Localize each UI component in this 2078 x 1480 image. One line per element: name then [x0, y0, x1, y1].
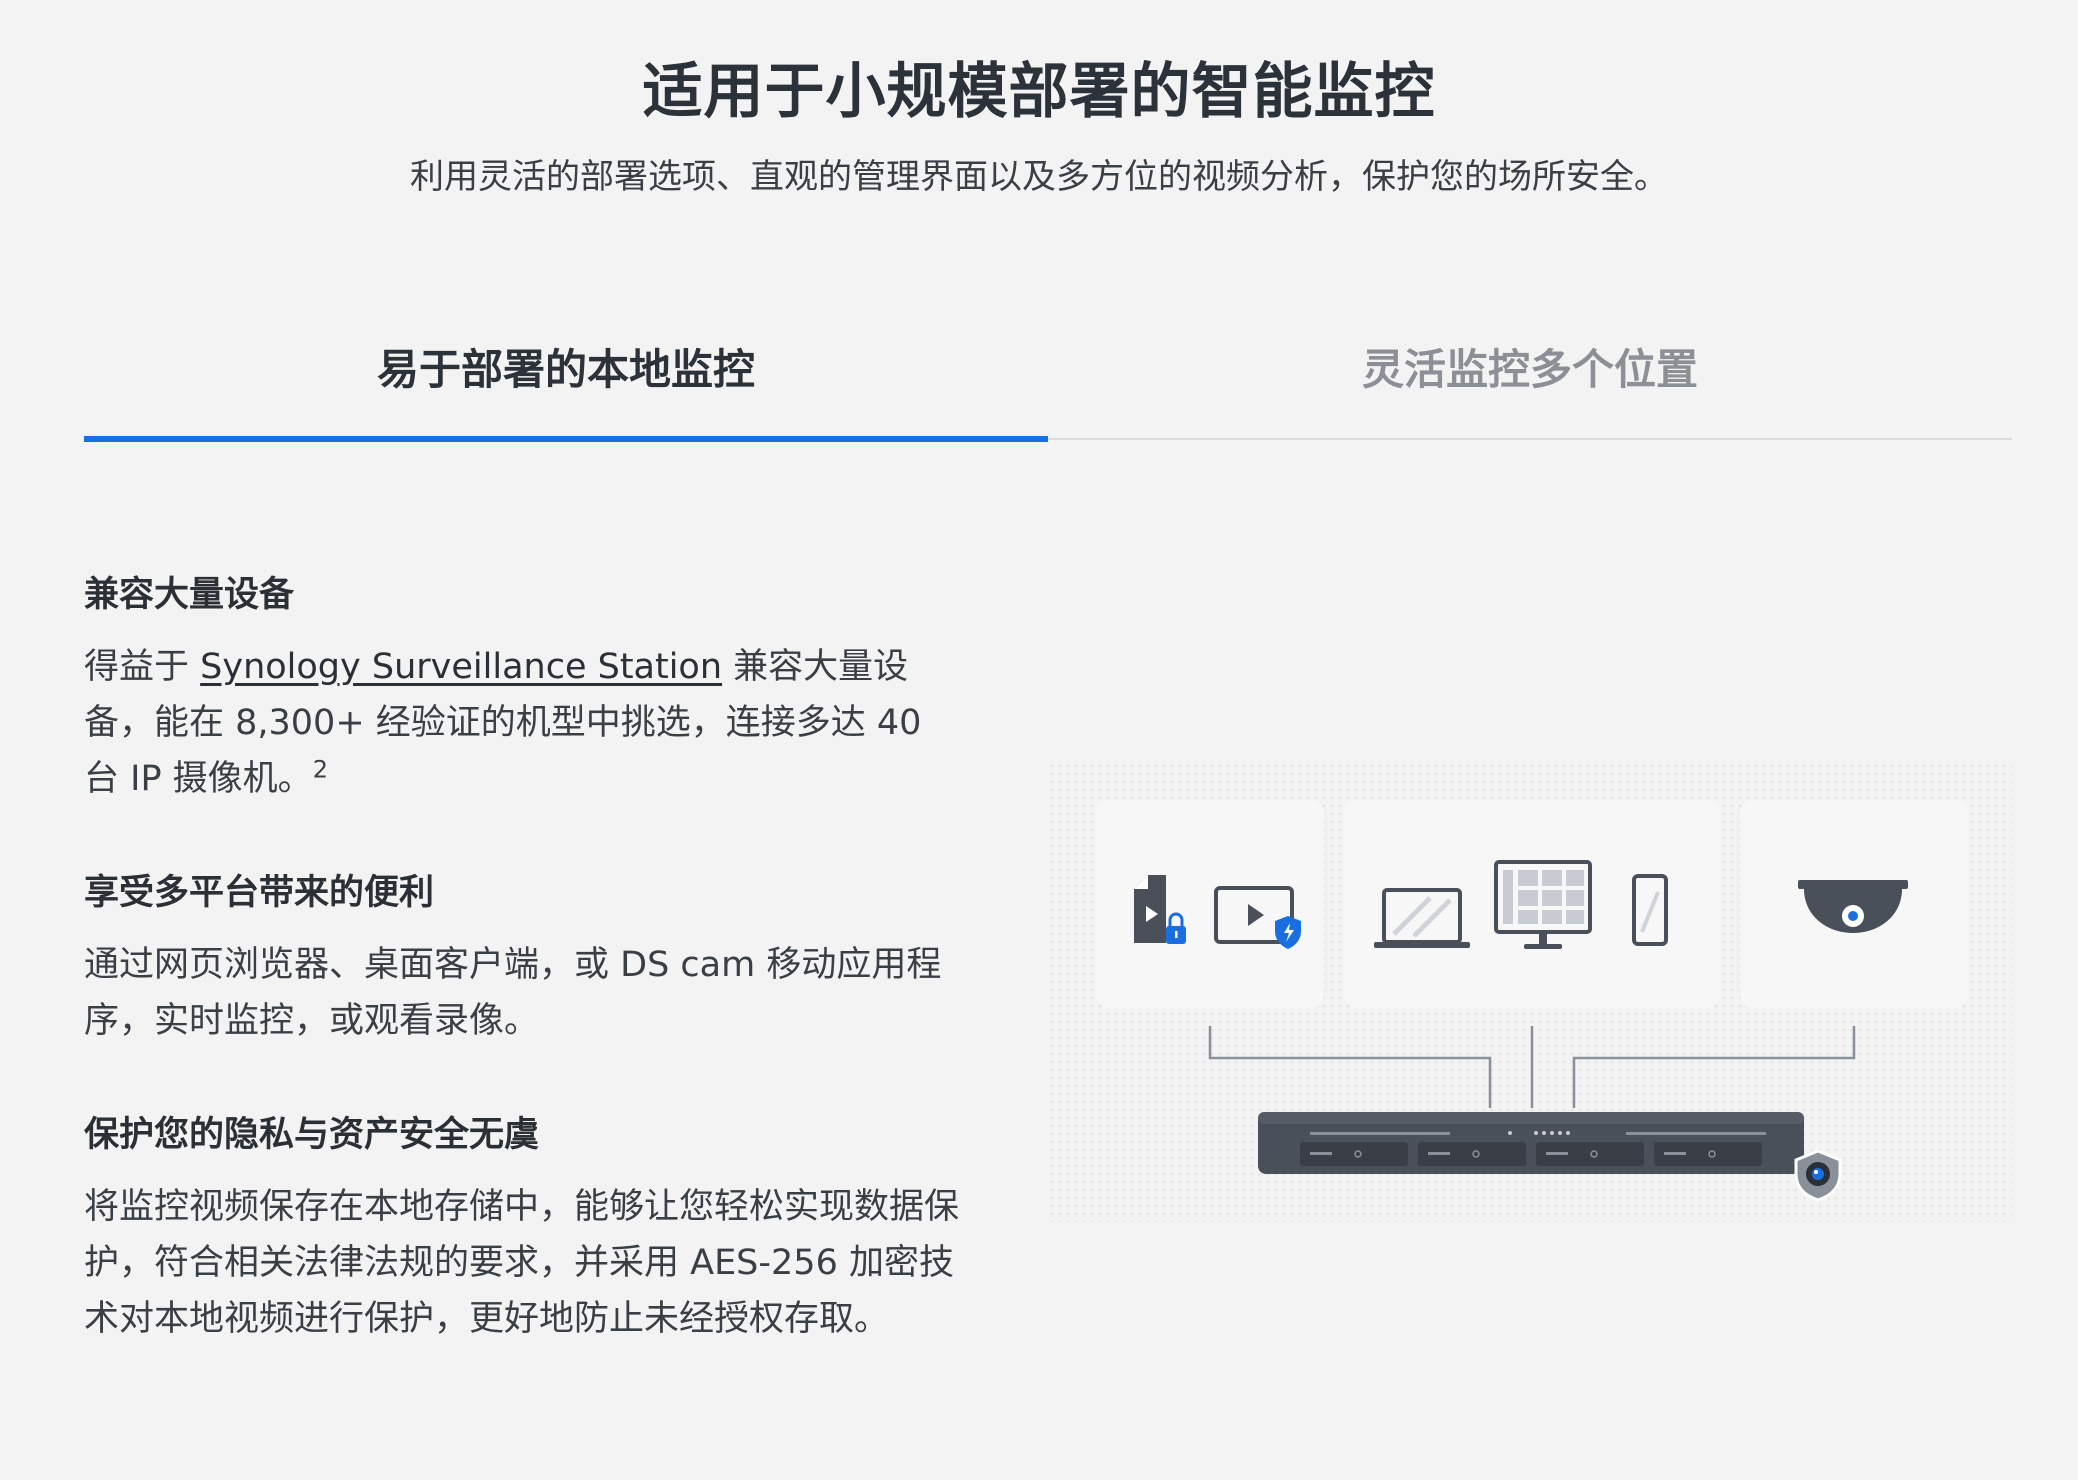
phone-icon [1632, 874, 1668, 946]
nas-device-icon [1258, 1112, 1804, 1174]
footnote-ref[interactable]: 2 [313, 755, 328, 783]
feature-heading: 兼容大量设备 [84, 575, 295, 615]
tab-multi-location[interactable]: 灵活监控多个位置 [1048, 320, 2012, 440]
deployment-illustration [1048, 762, 2012, 1222]
laptop-icon [1374, 888, 1470, 948]
page-subtitle: 利用灵活的部署选项、直观的管理界面以及多方位的视频分析，保护您的场所安全。 [410, 157, 1668, 197]
feature-compatibility: 兼容大量设备 得益于 Synology Surveillance Station… [84, 565, 964, 807]
feature-body: 得益于 Synology Surveillance Station 兼容大量设备… [84, 639, 964, 807]
feature-body: 将监控视频保存在本地存储中，能够让您轻松实现数据保护，符合相关法律法规的要求，并… [84, 1187, 960, 1339]
feature-list: 兼容大量设备 得益于 Synology Surveillance Station… [84, 565, 964, 1403]
page-title: 适用于小规模部署的智能监控 [642, 57, 1436, 127]
tab-bar: 易于部署的本地监控 灵活监控多个位置 [84, 320, 2012, 442]
feature-heading: 享受多平台带来的便利 [84, 873, 435, 913]
apps-panel [1096, 800, 1324, 1008]
surveillance-badge-icon [1794, 1149, 1842, 1202]
feature-heading: 保护您的隐私与资产安全无虞 [84, 1115, 540, 1155]
surveillance-station-link[interactable]: Synology Surveillance Station [200, 647, 722, 687]
feature-multiplatform: 享受多平台带来的便利 通过网页浏览器、桌面客户端，或 DS cam 移动应用程序… [84, 863, 964, 1049]
feature-privacy: 保护您的隐私与资产安全无虞 将监控视频保存在本地存储中，能够让您轻松实现数据保护… [84, 1105, 964, 1347]
active-tab-indicator [84, 436, 1048, 442]
tab-local-surveillance[interactable]: 易于部署的本地监控 [84, 320, 1048, 440]
connector-lines [1208, 1026, 1856, 1108]
deployment-diagram [1096, 800, 1968, 1202]
feature-body-prefix: 得益于 [84, 647, 201, 687]
feature-body: 通过网页浏览器、桌面客户端，或 DS cam 移动应用程序，实时监控，或观看录像… [84, 945, 942, 1041]
